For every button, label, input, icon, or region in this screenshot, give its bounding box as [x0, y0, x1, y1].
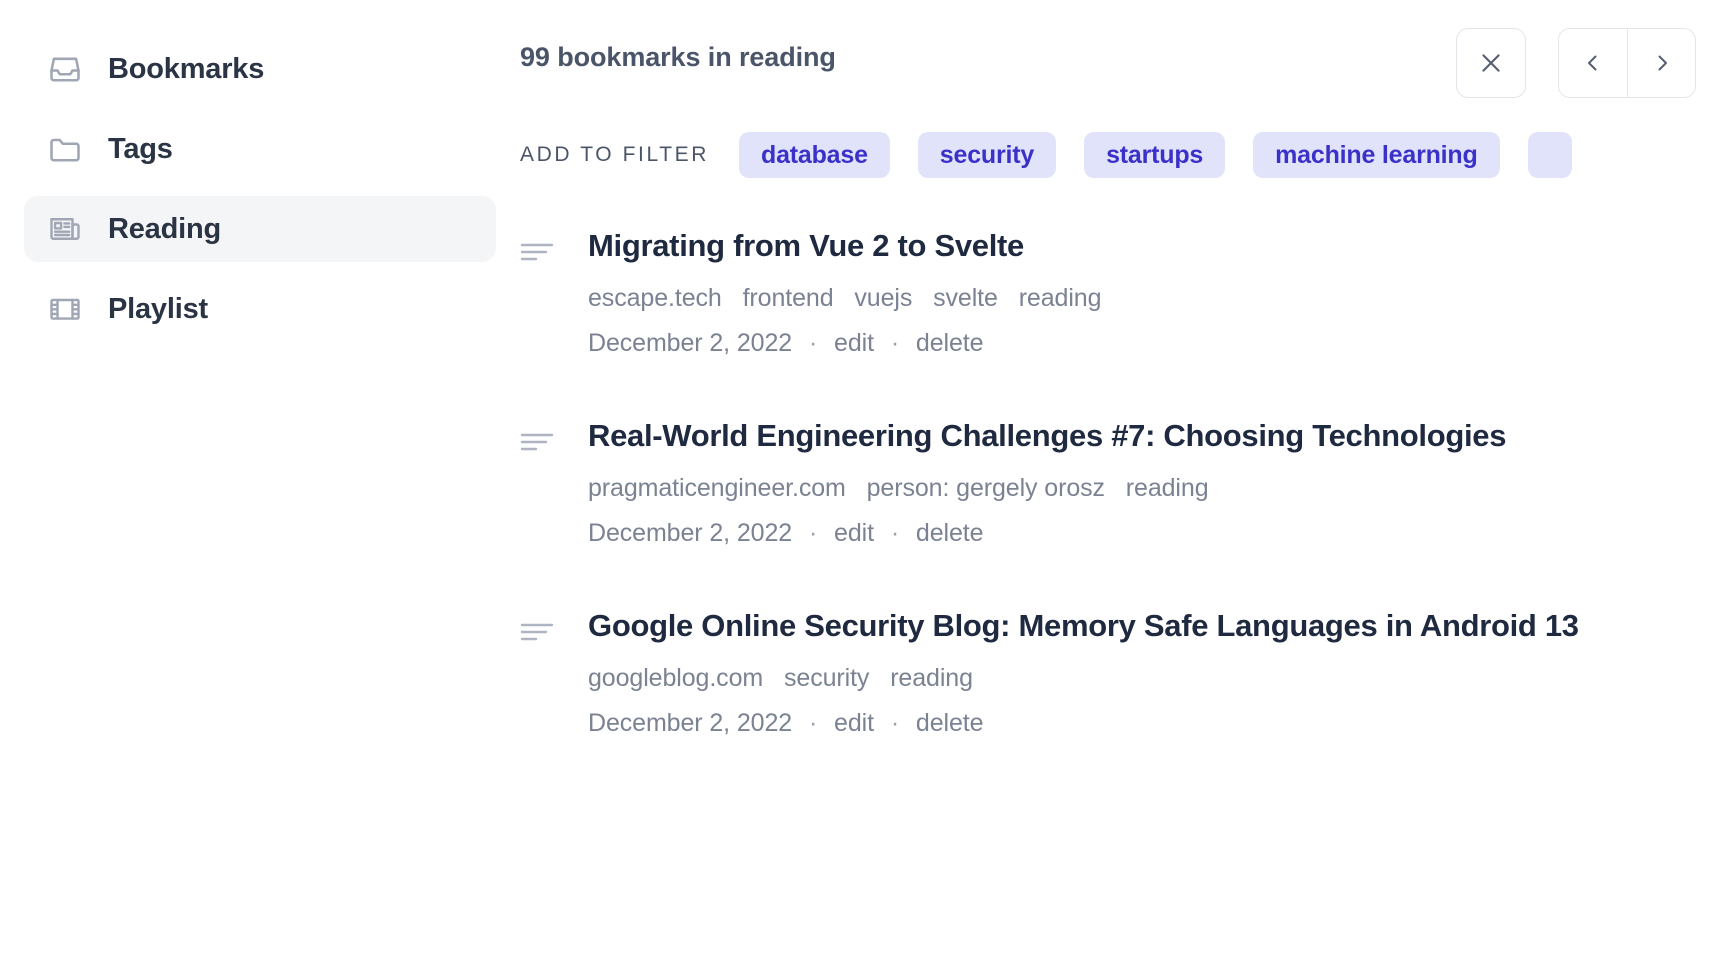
- bookmark-tag[interactable]: vuejs: [854, 284, 912, 312]
- meta-separator: ·: [890, 329, 900, 358]
- chevron-left-icon: [1581, 51, 1605, 75]
- topbar-actions: [1456, 28, 1726, 98]
- sidebar-item-label: Tags: [108, 132, 173, 165]
- sidebar-item-reading[interactable]: Reading: [24, 196, 496, 262]
- close-button[interactable]: [1456, 28, 1526, 98]
- folder-icon: [46, 130, 84, 168]
- bookmark-tag[interactable]: escape.tech: [588, 284, 722, 312]
- bookmark-tag[interactable]: svelte: [933, 284, 998, 312]
- bookmark-body: Google Online Security Blog: Memory Safe…: [588, 604, 1726, 738]
- close-icon: [1477, 49, 1505, 77]
- bookmark-tag[interactable]: reading: [1019, 284, 1102, 312]
- bookmark-tag[interactable]: security: [784, 664, 869, 692]
- bookmark-item: Migrating from Vue 2 to Svelte escape.te…: [520, 224, 1726, 358]
- filter-chip-machine-learning[interactable]: machine learning: [1253, 132, 1500, 178]
- bookmark-tags: pragmaticengineer.com person: gergely or…: [588, 474, 1726, 503]
- bookmark-tag[interactable]: pragmaticengineer.com: [588, 474, 846, 502]
- bookmark-date: December 2, 2022: [588, 329, 793, 358]
- bookmark-title[interactable]: Google Online Security Blog: Memory Safe…: [588, 604, 1618, 648]
- bookmark-date: December 2, 2022: [588, 519, 793, 548]
- inbox-icon: [46, 50, 84, 88]
- bookmark-tag[interactable]: googleblog.com: [588, 664, 763, 692]
- meta-separator: ·: [890, 519, 900, 548]
- main-content: 99 bookmarks in reading ADD TO FILTER da…: [520, 0, 1726, 954]
- edit-link[interactable]: edit: [834, 519, 874, 547]
- filter-chip-overflow[interactable]: [1527, 132, 1572, 178]
- film-icon: [46, 290, 84, 328]
- page-title: 99 bookmarks in reading: [520, 42, 836, 72]
- meta-separator: ·: [808, 709, 818, 738]
- sidebar: Bookmarks Tags Reading Playlist: [0, 0, 520, 954]
- delete-link[interactable]: delete: [916, 519, 984, 547]
- sidebar-item-playlist[interactable]: Playlist: [24, 276, 496, 342]
- delete-link[interactable]: delete: [916, 329, 984, 357]
- bookmark-tag[interactable]: reading: [1126, 474, 1209, 502]
- bookmark-tag[interactable]: person: gergely orosz: [867, 474, 1105, 502]
- filter-chip-startups[interactable]: startups: [1084, 132, 1226, 178]
- bookmark-tags: escape.tech frontend vuejs svelte readin…: [588, 284, 1726, 313]
- filter-chip-database[interactable]: database: [739, 132, 890, 178]
- edit-link[interactable]: edit: [834, 329, 874, 357]
- sidebar-item-bookmarks[interactable]: Bookmarks: [24, 36, 496, 102]
- sidebar-item-label: Bookmarks: [108, 52, 265, 85]
- bookmark-item: Real-World Engineering Challenges #7: Ch…: [520, 414, 1726, 548]
- bookmark-title[interactable]: Real-World Engineering Challenges #7: Ch…: [588, 414, 1618, 458]
- sidebar-item-label: Playlist: [108, 292, 208, 325]
- bookmark-tag[interactable]: reading: [890, 664, 973, 692]
- bookmark-tags: googleblog.com security reading: [588, 664, 1726, 693]
- next-page-button[interactable]: [1627, 29, 1695, 97]
- bookmark-tag[interactable]: frontend: [743, 284, 834, 312]
- edit-link[interactable]: edit: [834, 709, 874, 737]
- drag-handle-icon[interactable]: [520, 414, 554, 452]
- drag-handle-icon[interactable]: [520, 224, 554, 262]
- bookmark-item: Google Online Security Blog: Memory Safe…: [520, 604, 1726, 738]
- bookmark-meta: December 2, 2022 · edit · delete: [588, 519, 1726, 548]
- sidebar-item-label: Reading: [108, 212, 221, 245]
- delete-link[interactable]: delete: [916, 709, 984, 737]
- bookmark-list: Migrating from Vue 2 to Svelte escape.te…: [520, 224, 1726, 738]
- chevron-right-icon: [1650, 51, 1674, 75]
- meta-separator: ·: [808, 519, 818, 548]
- bookmark-body: Real-World Engineering Challenges #7: Ch…: [588, 414, 1726, 548]
- topbar: 99 bookmarks in reading: [520, 0, 1726, 104]
- bookmark-body: Migrating from Vue 2 to Svelte escape.te…: [588, 224, 1726, 358]
- bookmark-title[interactable]: Migrating from Vue 2 to Svelte: [588, 224, 1618, 268]
- drag-handle-icon[interactable]: [520, 604, 554, 642]
- meta-separator: ·: [808, 329, 818, 358]
- bookmark-meta: December 2, 2022 · edit · delete: [588, 329, 1726, 358]
- filter-bar: ADD TO FILTER database security startups…: [520, 132, 1726, 178]
- pagination-group: [1558, 28, 1696, 98]
- filter-chip-security[interactable]: security: [917, 132, 1057, 178]
- prev-page-button[interactable]: [1559, 29, 1627, 97]
- sidebar-item-tags[interactable]: Tags: [24, 116, 496, 182]
- bookmark-date: December 2, 2022: [588, 709, 793, 738]
- meta-separator: ·: [890, 709, 900, 738]
- app-root: Bookmarks Tags Reading Playlist 99 bookm…: [0, 0, 1726, 954]
- bookmark-meta: December 2, 2022 · edit · delete: [588, 709, 1726, 738]
- newspaper-icon: [46, 210, 84, 248]
- add-to-filter-label: ADD TO FILTER: [520, 143, 709, 166]
